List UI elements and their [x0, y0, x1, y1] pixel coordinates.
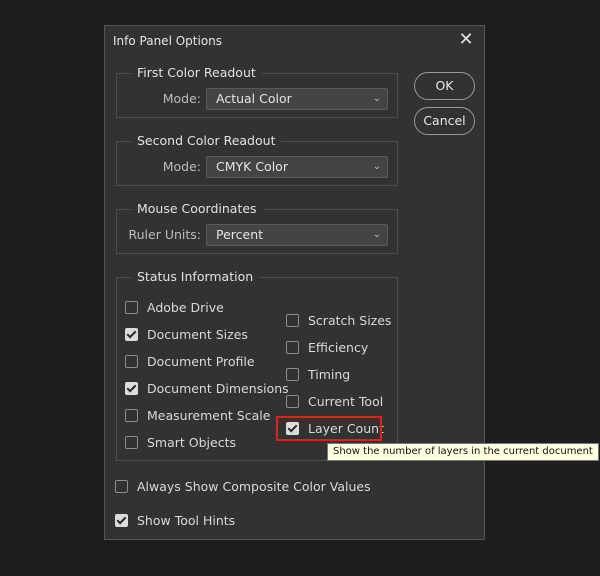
checkbox-box[interactable]: [125, 436, 138, 449]
checkbox-label: Show Tool Hints: [137, 513, 236, 528]
checkbox-label: Timing: [308, 367, 351, 382]
checkbox-box[interactable]: [125, 409, 138, 422]
checkbox-box[interactable]: [125, 328, 138, 341]
checkbox-label: Always Show Composite Color Values: [137, 479, 371, 494]
checkbox-box[interactable]: [286, 314, 299, 327]
checkbox-efficiency[interactable]: Efficiency: [286, 340, 368, 355]
checkbox-show-tool-hints[interactable]: Show Tool Hints: [115, 513, 235, 528]
checkbox-box[interactable]: [115, 514, 128, 527]
close-icon[interactable]: ✕: [456, 30, 476, 50]
cancel-button[interactable]: Cancel: [414, 107, 475, 135]
status-information-legend: Status Information: [131, 269, 260, 284]
checkbox-scratch-sizes[interactable]: Scratch Sizes: [286, 313, 391, 328]
checkbox-document-sizes[interactable]: Document Sizes: [125, 327, 248, 342]
checkbox-label: Smart Objects: [147, 435, 237, 450]
chevron-down-icon: ⌄: [372, 93, 381, 104]
checkbox-label: Adobe Drive: [147, 300, 224, 315]
chevron-down-icon: ⌄: [372, 229, 381, 240]
checkbox-document-profile[interactable]: Document Profile: [125, 354, 255, 369]
checkbox-label: Measurement Scale: [147, 408, 271, 423]
checkbox-box[interactable]: [286, 368, 299, 381]
checkbox-document-dimensions[interactable]: Document Dimensions: [125, 381, 289, 396]
ruler-units-select[interactable]: Percent ⌄: [206, 224, 388, 246]
ruler-units-label: Ruler Units:: [128, 227, 202, 242]
checkbox-smart-objects[interactable]: Smart Objects: [125, 435, 236, 450]
layer-count-highlight: [276, 416, 382, 441]
checkbox-box[interactable]: [115, 480, 128, 493]
title-bar: Info Panel Options ✕: [105, 26, 484, 56]
ok-button[interactable]: OK: [414, 72, 475, 100]
checkbox-box[interactable]: [286, 341, 299, 354]
checkbox-current-tool[interactable]: Current Tool: [286, 394, 383, 409]
dialog-title: Info Panel Options: [113, 34, 223, 48]
checkbox-box[interactable]: [125, 355, 138, 368]
checkbox-label: Scratch Sizes: [308, 313, 392, 328]
checkbox-box[interactable]: [125, 301, 138, 314]
second-mode-select[interactable]: CMYK Color ⌄: [206, 156, 388, 178]
chevron-down-icon: ⌄: [372, 161, 381, 172]
first-mode-label: Mode:: [162, 91, 201, 106]
first-color-readout-legend: First Color Readout: [131, 65, 262, 80]
checkbox-label: Document Sizes: [147, 327, 248, 342]
checkbox-timing[interactable]: Timing: [286, 367, 350, 382]
checkbox-measurement-scale[interactable]: Measurement Scale: [125, 408, 270, 423]
second-color-readout-legend: Second Color Readout: [131, 133, 282, 148]
second-mode-label: Mode:: [162, 159, 201, 174]
layer-count-tooltip: Show the number of layers in the current…: [327, 443, 599, 461]
first-mode-select[interactable]: Actual Color ⌄: [206, 88, 388, 110]
checkbox-label: Efficiency: [308, 340, 369, 355]
first-mode-value: Actual Color: [216, 91, 292, 106]
checkbox-box[interactable]: [125, 382, 138, 395]
ruler-units-value: Percent: [216, 227, 264, 242]
checkbox-box[interactable]: [286, 395, 299, 408]
second-mode-value: CMYK Color: [216, 159, 288, 174]
mouse-coordinates-legend: Mouse Coordinates: [131, 201, 263, 216]
checkbox-label: Current Tool: [308, 394, 384, 409]
checkbox-label: Document Profile: [147, 354, 255, 369]
checkbox-adobe-drive[interactable]: Adobe Drive: [125, 300, 224, 315]
checkbox-always-show-composite[interactable]: Always Show Composite Color Values: [115, 479, 371, 494]
checkbox-label: Document Dimensions: [147, 381, 289, 396]
